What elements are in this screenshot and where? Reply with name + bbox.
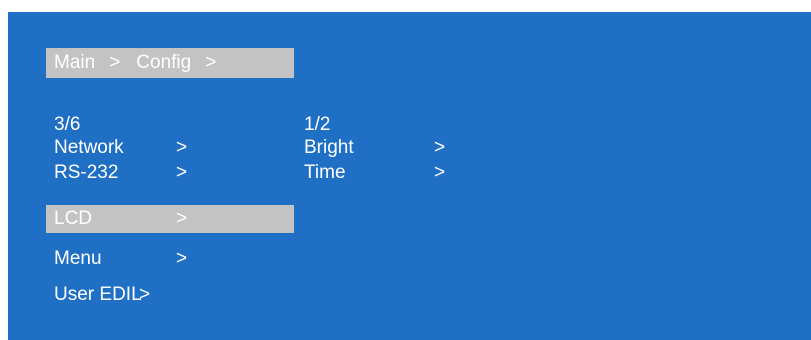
chevron-right-icon: > xyxy=(176,137,188,158)
menu-item-time[interactable]: Time > xyxy=(296,159,466,187)
menu-item-label: LCD xyxy=(54,208,93,229)
chevron-right-icon: > xyxy=(434,162,446,183)
breadcrumb: Main > Config > xyxy=(46,48,294,78)
menu-item-lcd[interactable]: LCD > xyxy=(46,205,294,233)
menu-item-user-edid[interactable]: User EDIL > xyxy=(46,281,294,309)
chevron-right-icon: > xyxy=(139,284,151,305)
menu-item-label: Menu xyxy=(54,248,102,269)
menu-item-label: Time xyxy=(304,162,346,183)
menu-item-label: RS-232 xyxy=(54,162,119,183)
breadcrumb-separator: > xyxy=(109,52,121,73)
chevron-right-icon: > xyxy=(176,248,188,269)
menu-item-label: Bright xyxy=(304,137,354,158)
menu-item-bright[interactable]: Bright > xyxy=(296,134,466,162)
breadcrumb-separator: > xyxy=(205,52,217,73)
menu-item-menu[interactable]: Menu > xyxy=(46,245,294,273)
menu-item-rs232[interactable]: RS-232 > xyxy=(46,159,294,187)
chevron-right-icon: > xyxy=(434,137,446,158)
breadcrumb-config[interactable]: Config xyxy=(136,52,191,74)
menu-item-label: Network xyxy=(54,137,124,158)
chevron-right-icon: > xyxy=(176,162,188,183)
page-counter: 1/2 xyxy=(304,114,331,135)
page-counter: 3/6 xyxy=(54,114,81,135)
menu-item-label: User EDIL xyxy=(54,284,142,305)
lcd-menu-screen: Main > Config > 3/6 Network > RS-232 > L… xyxy=(8,12,811,340)
menu-item-network[interactable]: Network > xyxy=(46,134,294,162)
breadcrumb-main[interactable]: Main xyxy=(54,52,95,74)
chevron-right-icon: > xyxy=(176,208,188,229)
